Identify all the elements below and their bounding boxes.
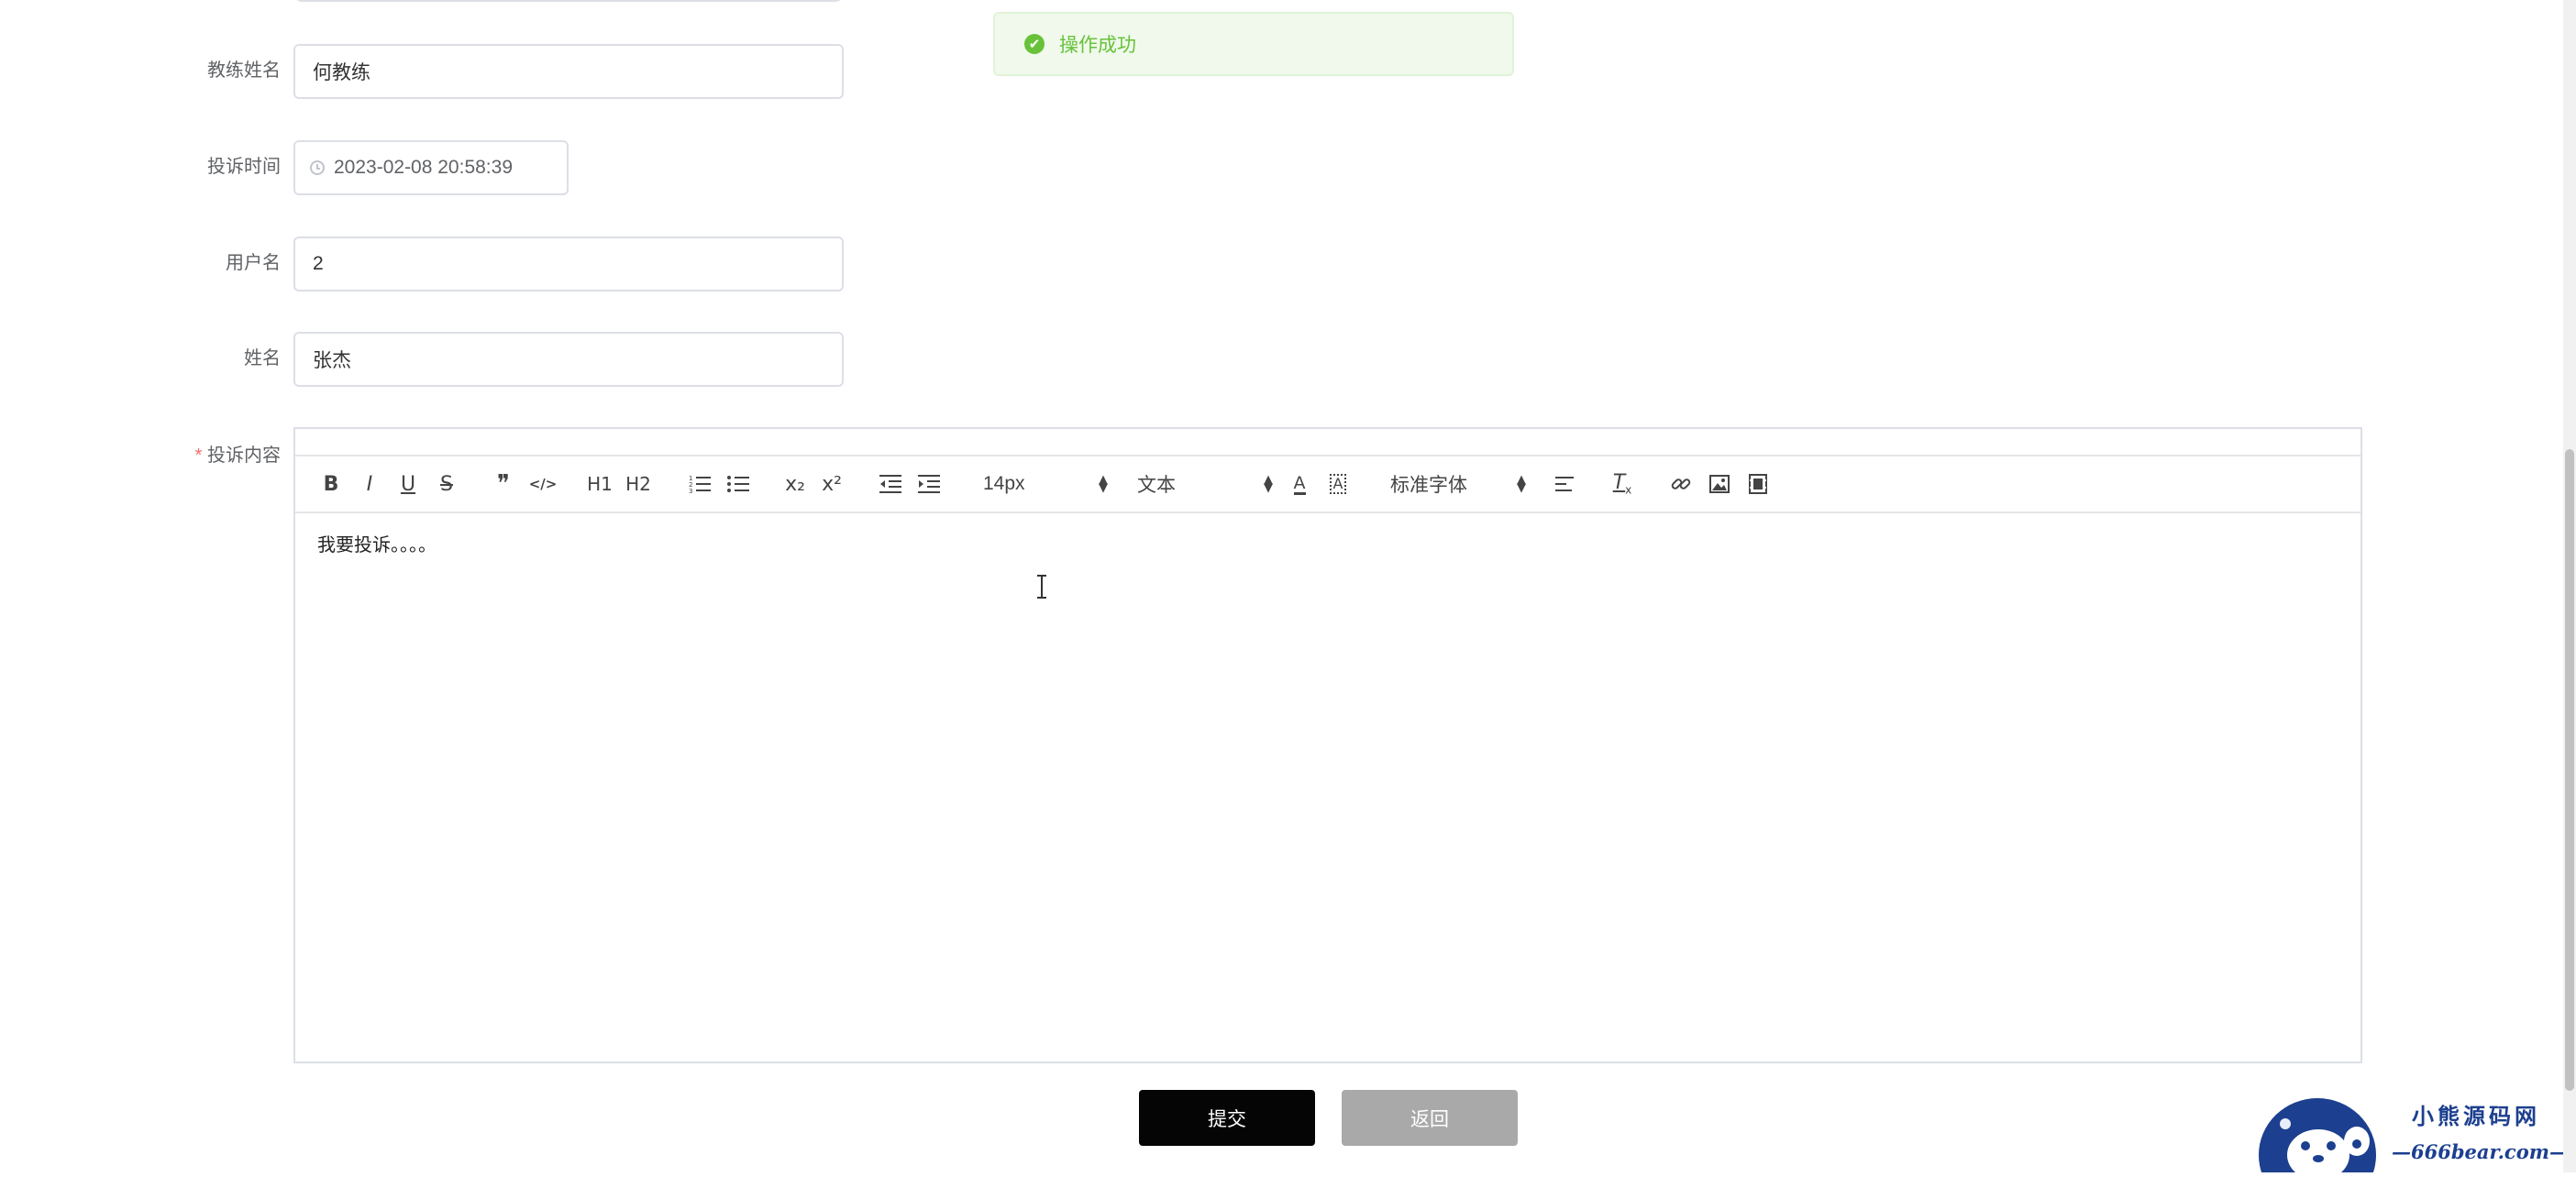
watermark-subtitle: —666bear.com—: [2392, 1140, 2569, 1163]
indent-button[interactable]: [913, 456, 945, 512]
complaint-content-label: * 投诉内容: [97, 443, 281, 468]
toast-message: 操作成功: [1059, 35, 1136, 56]
clean-format-icon: Tx: [1612, 471, 1632, 497]
page-scrollbar[interactable]: [2563, 0, 2576, 1172]
clean-format-button[interactable]: Tx: [1607, 456, 1638, 512]
blockquote-button[interactable]: ❞: [488, 456, 519, 512]
font-color-icon: A: [1293, 472, 1306, 495]
italic-button[interactable]: I: [356, 456, 383, 512]
header-select[interactable]: 文本 ▲ ▼: [1137, 456, 1273, 512]
align-left-icon: [1555, 477, 1574, 491]
success-toast: ✔ 操作成功: [993, 12, 1514, 76]
coach-name-label: 教练姓名: [207, 60, 281, 81]
partial-field-above: [294, 0, 843, 2]
editor-toolbar: B I U S ❞ </> H1 H2 1 2 3 x₂ x² 14px ▲ ▼…: [295, 456, 2360, 513]
watermark-title: 小熊源码网: [2412, 1103, 2540, 1129]
align-button[interactable]: [1550, 456, 1581, 512]
ordered-list-button[interactable]: 1 2 3: [684, 456, 715, 512]
select-arrows-icon: ▲ ▼: [1099, 473, 1108, 495]
text-cursor-icon: [1036, 575, 1047, 599]
subscript-button[interactable]: x₂: [779, 456, 811, 512]
image-button[interactable]: [1704, 456, 1735, 512]
editor-top-strip: [295, 429, 2360, 456]
username-label: 用户名: [226, 253, 281, 273]
username-input[interactable]: 2: [293, 236, 844, 292]
header-1-button[interactable]: H1: [583, 456, 616, 512]
bold-button[interactable]: B: [317, 456, 345, 512]
font-select[interactable]: 标准字体 ▲ ▼: [1390, 456, 1526, 512]
rich-text-editor: B I U S ❞ </> H1 H2 1 2 3 x₂ x² 14px ▲ ▼…: [293, 427, 2362, 1063]
complaint-time-input[interactable]: 2023-02-08 20:58:39: [293, 140, 569, 195]
outdent-button[interactable]: [875, 456, 906, 512]
video-icon: [1749, 474, 1767, 494]
coach-name-input[interactable]: 何教练: [293, 44, 844, 99]
bullet-list-icon: [727, 476, 749, 492]
editor-content[interactable]: 我要投诉。。。。: [295, 513, 2360, 1062]
svg-text:3: 3: [689, 488, 692, 494]
required-mark: *: [194, 446, 203, 466]
strike-button[interactable]: S: [433, 456, 460, 512]
underline-button[interactable]: U: [394, 456, 422, 512]
image-icon: [1709, 475, 1730, 493]
header-select-value: 文本: [1137, 475, 1176, 496]
font-select-value: 标准字体: [1390, 475, 1467, 496]
name-input[interactable]: 张杰: [293, 332, 844, 387]
select-arrows-icon: ▲ ▼: [1264, 473, 1273, 495]
scrollbar-thumb[interactable]: [2565, 449, 2574, 1091]
back-button[interactable]: 返回: [1342, 1090, 1518, 1146]
outdent-icon: [879, 475, 901, 493]
background-color-icon: A: [1329, 474, 1347, 494]
complaint-content-label-text: 投诉内容: [207, 446, 281, 466]
code-button[interactable]: </>: [526, 456, 559, 512]
complaint-time-label: 投诉时间: [207, 157, 281, 177]
select-arrows-icon: ▲ ▼: [1517, 473, 1526, 495]
header-2-button[interactable]: H2: [622, 456, 655, 512]
video-button[interactable]: [1742, 456, 1774, 512]
name-label: 姓名: [244, 348, 281, 368]
clock-icon: [310, 160, 325, 175]
bullet-list-button[interactable]: [723, 456, 754, 512]
link-button[interactable]: [1665, 456, 1697, 512]
watermark-logo: [2258, 1091, 2377, 1177]
size-select[interactable]: 14px ▲ ▼: [983, 456, 1108, 512]
editor-content-text: 我要投诉。。。。: [317, 535, 437, 556]
complaint-time-value: 2023-02-08 20:58:39: [334, 157, 513, 178]
check-circle-icon: ✔: [1024, 34, 1045, 54]
ordered-list-icon: 1 2 3: [689, 475, 711, 494]
superscript-button[interactable]: x²: [816, 456, 847, 512]
background-color-button[interactable]: A: [1322, 456, 1354, 512]
size-select-value: 14px: [983, 473, 1025, 494]
font-color-button[interactable]: A: [1284, 456, 1315, 512]
bear-mascot-icon: [2259, 1098, 2376, 1177]
indent-icon: [918, 475, 940, 493]
submit-button[interactable]: 提交: [1139, 1090, 1315, 1146]
link-icon: [1671, 478, 1691, 490]
